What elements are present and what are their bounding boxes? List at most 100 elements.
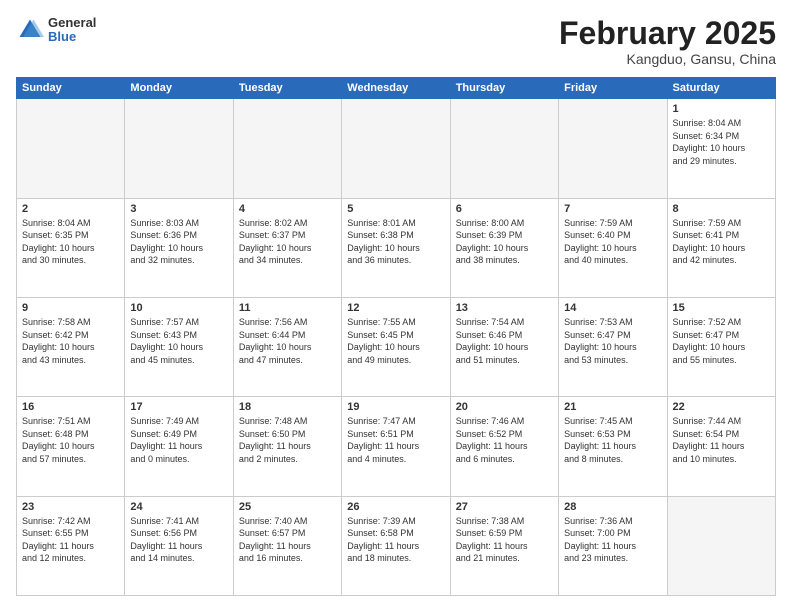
day-info: Sunrise: 8:04 AM Sunset: 6:34 PM Dayligh… xyxy=(673,117,770,167)
day-info: Sunrise: 8:00 AM Sunset: 6:39 PM Dayligh… xyxy=(456,217,553,267)
calendar: SundayMondayTuesdayWednesdayThursdayFrid… xyxy=(16,77,776,596)
weekday-wednesday: Wednesday xyxy=(342,78,450,99)
day-number: 27 xyxy=(456,501,553,513)
day-cell xyxy=(342,99,450,198)
day-number: 2 xyxy=(22,203,119,215)
day-info: Sunrise: 7:55 AM Sunset: 6:45 PM Dayligh… xyxy=(347,316,444,366)
day-number: 14 xyxy=(564,302,661,314)
day-cell xyxy=(17,99,125,198)
page: General Blue February 2025 Kangduo, Gans… xyxy=(0,0,792,612)
day-number: 15 xyxy=(673,302,770,314)
day-number: 16 xyxy=(22,401,119,413)
day-info: Sunrise: 8:02 AM Sunset: 6:37 PM Dayligh… xyxy=(239,217,336,267)
day-cell: 2 Sunrise: 8:04 AM Sunset: 6:35 PM Daylig… xyxy=(17,198,125,297)
day-info: Sunrise: 8:04 AM Sunset: 6:35 PM Dayligh… xyxy=(22,217,119,267)
day-cell: 3 Sunrise: 8:03 AM Sunset: 6:36 PM Daylig… xyxy=(125,198,233,297)
day-cell: 4 Sunrise: 8:02 AM Sunset: 6:37 PM Daylig… xyxy=(233,198,341,297)
day-number: 18 xyxy=(239,401,336,413)
day-cell: 5Sunrise: 8:01 AM Sunset: 6:38 PM Daylig… xyxy=(342,198,450,297)
day-number: 7 xyxy=(564,203,661,215)
logo-icon xyxy=(16,16,44,44)
week-row-2: 9 Sunrise: 7:58 AM Sunset: 6:42 PM Daylig… xyxy=(17,297,776,396)
weekday-thursday: Thursday xyxy=(450,78,558,99)
day-cell: 15Sunrise: 7:52 AM Sunset: 6:47 PM Dayli… xyxy=(667,297,775,396)
day-info: Sunrise: 8:03 AM Sunset: 6:36 PM Dayligh… xyxy=(130,217,227,267)
day-info: Sunrise: 7:51 AM Sunset: 6:48 PM Dayligh… xyxy=(22,415,119,465)
day-cell: 8 Sunrise: 7:59 AM Sunset: 6:41 PM Daylig… xyxy=(667,198,775,297)
weekday-sunday: Sunday xyxy=(17,78,125,99)
day-info: Sunrise: 7:45 AM Sunset: 6:53 PM Dayligh… xyxy=(564,415,661,465)
day-info: Sunrise: 7:54 AM Sunset: 6:46 PM Dayligh… xyxy=(456,316,553,366)
weekday-header-row: SundayMondayTuesdayWednesdayThursdayFrid… xyxy=(17,78,776,99)
day-cell: 6 Sunrise: 8:00 AM Sunset: 6:39 PM Daylig… xyxy=(450,198,558,297)
logo-general: General xyxy=(48,16,96,30)
day-cell: 23 Sunrise: 7:42 AM Sunset: 6:55 PM Dayli… xyxy=(17,496,125,595)
day-cell: 21Sunrise: 7:45 AM Sunset: 6:53 PM Dayli… xyxy=(559,397,667,496)
logo-blue: Blue xyxy=(48,30,96,44)
day-cell: 26Sunrise: 7:39 AM Sunset: 6:58 PM Dayli… xyxy=(342,496,450,595)
day-info: Sunrise: 7:36 AM Sunset: 7:00 PM Dayligh… xyxy=(564,515,661,565)
day-number: 9 xyxy=(22,302,119,314)
day-info: Sunrise: 7:38 AM Sunset: 6:59 PM Dayligh… xyxy=(456,515,553,565)
day-cell: 14 Sunrise: 7:53 AM Sunset: 6:47 PM Dayli… xyxy=(559,297,667,396)
day-cell: 9 Sunrise: 7:58 AM Sunset: 6:42 PM Daylig… xyxy=(17,297,125,396)
day-info: Sunrise: 7:58 AM Sunset: 6:42 PM Dayligh… xyxy=(22,316,119,366)
day-number: 10 xyxy=(130,302,227,314)
title-block: February 2025 Kangduo, Gansu, China xyxy=(559,16,776,67)
day-cell: 18 Sunrise: 7:48 AM Sunset: 6:50 PM Dayli… xyxy=(233,397,341,496)
day-info: Sunrise: 7:53 AM Sunset: 6:47 PM Dayligh… xyxy=(564,316,661,366)
day-info: Sunrise: 7:59 AM Sunset: 6:40 PM Dayligh… xyxy=(564,217,661,267)
day-info: Sunrise: 7:49 AM Sunset: 6:49 PM Dayligh… xyxy=(130,415,227,465)
logo-text: General Blue xyxy=(48,16,96,45)
day-number: 20 xyxy=(456,401,553,413)
day-cell xyxy=(450,99,558,198)
day-cell: 20 Sunrise: 7:46 AM Sunset: 6:52 PM Dayli… xyxy=(450,397,558,496)
weekday-saturday: Saturday xyxy=(667,78,775,99)
day-info: Sunrise: 7:59 AM Sunset: 6:41 PM Dayligh… xyxy=(673,217,770,267)
day-cell: 22 Sunrise: 7:44 AM Sunset: 6:54 PM Dayli… xyxy=(667,397,775,496)
day-cell: 27 Sunrise: 7:38 AM Sunset: 6:59 PM Dayli… xyxy=(450,496,558,595)
day-number: 4 xyxy=(239,203,336,215)
day-info: Sunrise: 7:44 AM Sunset: 6:54 PM Dayligh… xyxy=(673,415,770,465)
day-number: 17 xyxy=(130,401,227,413)
week-row-0: 1 Sunrise: 8:04 AM Sunset: 6:34 PM Daylig… xyxy=(17,99,776,198)
day-cell xyxy=(667,496,775,595)
day-info: Sunrise: 7:47 AM Sunset: 6:51 PM Dayligh… xyxy=(347,415,444,465)
day-info: Sunrise: 7:57 AM Sunset: 6:43 PM Dayligh… xyxy=(130,316,227,366)
week-row-3: 16 Sunrise: 7:51 AM Sunset: 6:48 PM Dayli… xyxy=(17,397,776,496)
day-cell: 24Sunrise: 7:41 AM Sunset: 6:56 PM Dayli… xyxy=(125,496,233,595)
day-number: 6 xyxy=(456,203,553,215)
day-cell: 10 Sunrise: 7:57 AM Sunset: 6:43 PM Dayli… xyxy=(125,297,233,396)
day-cell xyxy=(559,99,667,198)
day-info: Sunrise: 7:56 AM Sunset: 6:44 PM Dayligh… xyxy=(239,316,336,366)
day-cell: 7 Sunrise: 7:59 AM Sunset: 6:40 PM Daylig… xyxy=(559,198,667,297)
week-row-4: 23 Sunrise: 7:42 AM Sunset: 6:55 PM Dayli… xyxy=(17,496,776,595)
day-info: Sunrise: 7:42 AM Sunset: 6:55 PM Dayligh… xyxy=(22,515,119,565)
day-number: 8 xyxy=(673,203,770,215)
day-cell: 16 Sunrise: 7:51 AM Sunset: 6:48 PM Dayli… xyxy=(17,397,125,496)
weekday-tuesday: Tuesday xyxy=(233,78,341,99)
month-title: February 2025 xyxy=(559,16,776,51)
header: General Blue February 2025 Kangduo, Gans… xyxy=(16,16,776,67)
weekday-monday: Monday xyxy=(125,78,233,99)
day-cell xyxy=(125,99,233,198)
day-cell: 28Sunrise: 7:36 AM Sunset: 7:00 PM Dayli… xyxy=(559,496,667,595)
day-number: 5 xyxy=(347,203,444,215)
day-number: 3 xyxy=(130,203,227,215)
day-number: 22 xyxy=(673,401,770,413)
day-cell: 12 Sunrise: 7:55 AM Sunset: 6:45 PM Dayli… xyxy=(342,297,450,396)
day-number: 23 xyxy=(22,501,119,513)
day-number: 24 xyxy=(130,501,227,513)
logo: General Blue xyxy=(16,16,96,45)
day-info: Sunrise: 7:48 AM Sunset: 6:50 PM Dayligh… xyxy=(239,415,336,465)
day-cell: 11 Sunrise: 7:56 AM Sunset: 6:44 PM Dayli… xyxy=(233,297,341,396)
location: Kangduo, Gansu, China xyxy=(559,51,776,67)
day-info: Sunrise: 7:40 AM Sunset: 6:57 PM Dayligh… xyxy=(239,515,336,565)
day-number: 11 xyxy=(239,302,336,314)
day-number: 1 xyxy=(673,103,770,115)
day-number: 12 xyxy=(347,302,444,314)
day-info: Sunrise: 7:46 AM Sunset: 6:52 PM Dayligh… xyxy=(456,415,553,465)
week-row-1: 2 Sunrise: 8:04 AM Sunset: 6:35 PM Daylig… xyxy=(17,198,776,297)
day-number: 19 xyxy=(347,401,444,413)
day-number: 25 xyxy=(239,501,336,513)
